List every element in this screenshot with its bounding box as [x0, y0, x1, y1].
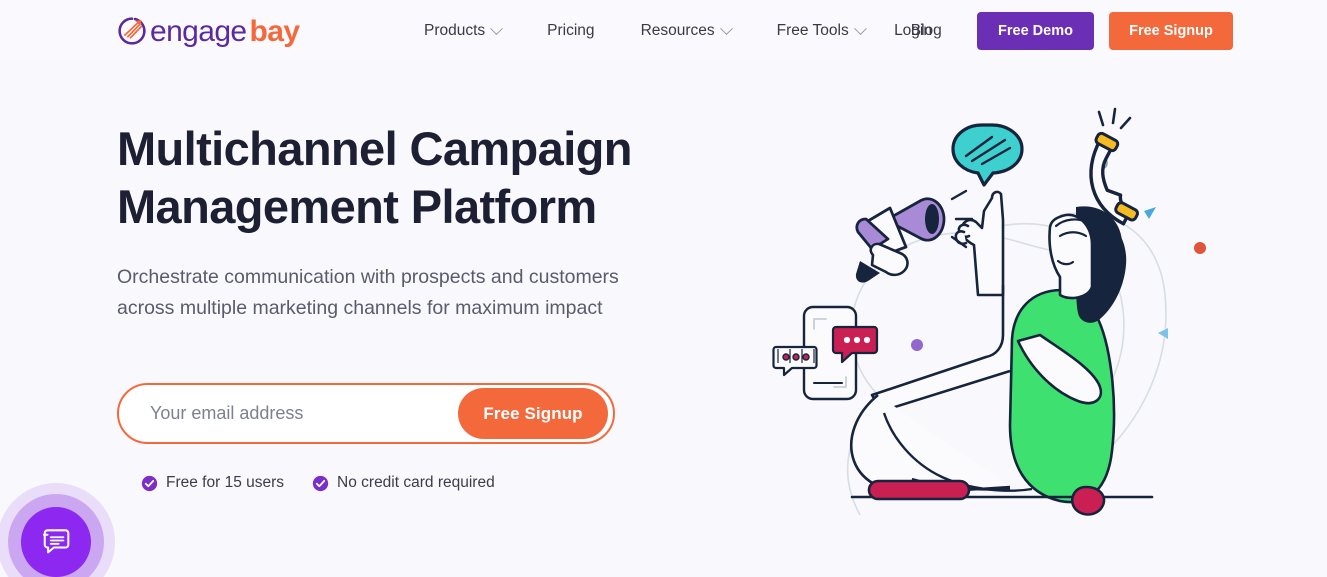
logo-text-bay: bay: [249, 15, 301, 48]
nav-item-products[interactable]: Products: [424, 21, 504, 40]
chat-widget-button[interactable]: [0, 483, 115, 577]
free-demo-button[interactable]: Free Demo: [977, 12, 1094, 50]
nav-label-free-tools: Free Tools: [776, 22, 849, 39]
site-header: engage bay Products Pricing Resources Fre…: [0, 0, 1327, 62]
feature-no-credit-card-required: No credit card required: [312, 474, 495, 492]
chat-widget-core[interactable]: [21, 507, 91, 577]
nav-label-resources: Resources: [640, 22, 715, 39]
leg-front: [849, 393, 1011, 495]
nav-item-free-tools[interactable]: Free Tools: [776, 21, 867, 40]
decorative-dot-red: [1194, 242, 1206, 254]
chat-bubble-icon: [42, 529, 70, 554]
headline-line-2: Management Platform: [117, 179, 597, 233]
smartphone-with-chat-bubbles: [772, 305, 879, 401]
check-circle-icon: [312, 475, 329, 491]
engagebay-logo-icon: [118, 17, 146, 45]
feature-free-for-15-users: Free for 15 users: [141, 474, 284, 492]
shoe-front: [867, 479, 971, 501]
chevron-down-icon: [719, 21, 733, 35]
header-actions: Login Free Demo Free Signup: [894, 0, 1233, 62]
hero-illustration: [760, 95, 1230, 535]
decorative-triangle-light-blue: [1158, 328, 1168, 339]
logo[interactable]: engage bay: [117, 13, 301, 49]
nav-label-products: Products: [424, 22, 486, 39]
feature-label: Free for 15 users: [166, 474, 285, 491]
check-circle-icon: [141, 475, 158, 491]
main-navigation: Products Pricing Resources Free Tools Bl…: [424, 0, 942, 62]
shoe-back: [1070, 485, 1106, 516]
ring-lines: [1097, 107, 1132, 130]
hero-content: Multichannel Campaign Management Platfor…: [117, 120, 697, 325]
subtitle-line-1: Orchestrate communication with prospects…: [117, 265, 619, 288]
chevron-down-icon: [490, 21, 504, 35]
decorative-dot-purple: [911, 339, 923, 351]
hero-subtitle: Orchestrate communication with prospects…: [117, 262, 697, 326]
free-signup-button-header[interactable]: Free Signup: [1109, 12, 1233, 50]
nav-label-pricing: Pricing: [547, 22, 595, 39]
logo-text-engage: engage: [150, 15, 247, 48]
nav-item-resources[interactable]: Resources: [640, 21, 733, 40]
subtitle-line-2: across multiple marketing channels for m…: [117, 297, 603, 320]
login-link[interactable]: Login: [894, 22, 932, 40]
decorative-triangle-blue: [1144, 207, 1156, 219]
email-input[interactable]: [119, 385, 458, 442]
nav-item-pricing[interactable]: Pricing: [547, 22, 594, 40]
teal-speech-bubble: [951, 123, 1024, 187]
page-title: Multichannel Campaign Management Platfor…: [117, 120, 697, 236]
chevron-down-icon: [853, 21, 867, 35]
feature-label: No credit card required: [337, 474, 495, 491]
free-signup-submit-button[interactable]: Free Signup: [458, 388, 608, 439]
headline-line-1: Multichannel Campaign: [117, 122, 632, 175]
page-root: engage bay Products Pricing Resources Fre…: [0, 0, 1327, 577]
feature-list: Free for 15 users No credit card require…: [141, 474, 495, 492]
email-signup-form: Free Signup: [117, 383, 615, 444]
seated-woman-multichannel-illustration: [772, 107, 1206, 516]
face: [1048, 213, 1094, 300]
